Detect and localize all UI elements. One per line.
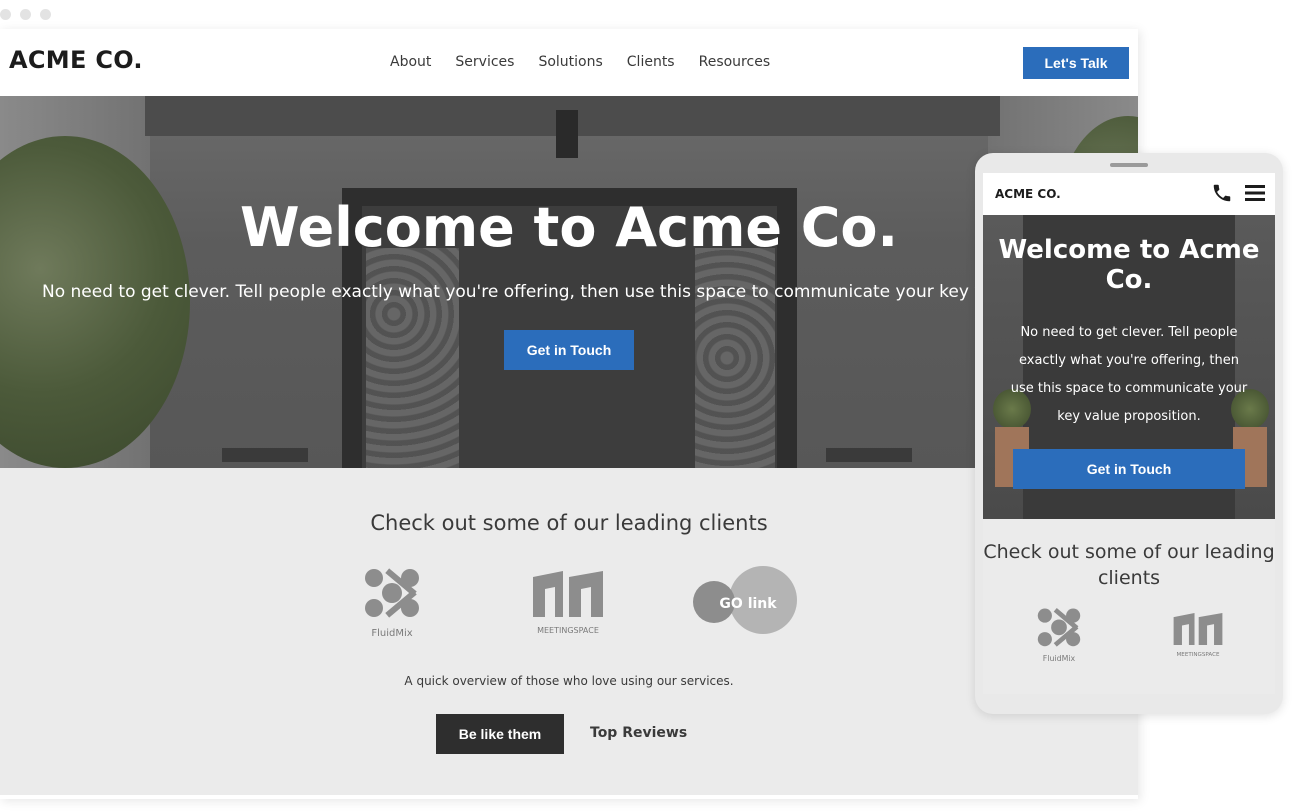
mobile-hero-title: Welcome to Acme Co.	[998, 235, 1260, 295]
hero-subtitle: No need to get clever. Tell people exact…	[42, 282, 1127, 302]
window-dot-maximize[interactable]	[40, 9, 51, 20]
hero-bg-mailslot-right	[826, 448, 912, 462]
nav-resources[interactable]: Resources	[699, 54, 771, 70]
meetingspace-logo: MEETINGSPACE	[533, 571, 603, 635]
hero-bg-lamp	[556, 110, 578, 158]
window-dot-minimize[interactable]	[20, 9, 31, 20]
mobile-header: ACME CO.	[983, 173, 1275, 215]
mobile-hero: Welcome to Acme Co. No need to get cleve…	[983, 215, 1275, 519]
meetingspace-logo-text: MEETINGSPACE	[537, 626, 599, 635]
nav-services[interactable]: Services	[455, 54, 514, 70]
mobile-hero-subtitle: No need to get clever. Tell people exact…	[1010, 325, 1248, 424]
get-in-touch-button[interactable]: Get in Touch	[504, 330, 634, 370]
mobile-clients-section: Check out some of our leading clients Fl…	[983, 519, 1275, 694]
nav-solutions[interactable]: Solutions	[538, 54, 602, 70]
hero-section: Welcome to Acme Co. No need to get cleve…	[0, 96, 1138, 468]
mobile-meetingspace-logo-text: MEETINGSPACE	[1177, 652, 1220, 658]
site-header: ACME CO. About Services Solutions Client…	[0, 29, 1138, 96]
desktop-site-preview: ACME CO. About Services Solutions Client…	[0, 29, 1138, 799]
hamburger-menu-icon[interactable]	[1243, 181, 1267, 205]
hero-bg-glass-right	[695, 248, 775, 468]
hero-bg-bush-left	[0, 136, 190, 468]
mobile-preview: ACME CO. Welcome to Acme Co. No need to …	[975, 153, 1283, 714]
site-logo[interactable]: ACME CO.	[9, 46, 143, 74]
golink-logo: GO link	[693, 566, 797, 634]
fluidmix-logo: FluidMix	[365, 568, 419, 639]
phone-speaker	[1110, 163, 1148, 167]
top-reviews-link[interactable]: Top Reviews	[590, 725, 687, 741]
mobile-clients-title: Check out some of our leading clients	[983, 541, 1275, 589]
fluidmix-logo-text: FluidMix	[371, 628, 412, 639]
mobile-logo[interactable]: ACME CO.	[995, 187, 1061, 201]
nav-clients[interactable]: Clients	[627, 54, 675, 70]
hero-bg-glass-left	[366, 248, 459, 468]
window-controls	[0, 9, 51, 23]
golink-logo-text: GO link	[719, 596, 777, 612]
mobile-meetingspace-logo: MEETINGSPACE	[1173, 613, 1223, 658]
hero-title: Welcome to Acme Co.	[239, 196, 899, 259]
lets-talk-button[interactable]: Let's Talk	[1023, 47, 1129, 79]
clients-title: Check out some of our leading clients	[370, 511, 768, 535]
window-dot-close[interactable]	[0, 9, 11, 20]
hero-bg-mailslot-left	[222, 448, 308, 462]
mobile-fluidmix-logo: FluidMix	[1037, 608, 1081, 663]
clients-section: Check out some of our leading clients Fl…	[0, 468, 1138, 795]
mobile-get-in-touch-button[interactable]: Get in Touch	[1013, 449, 1245, 489]
be-like-them-button[interactable]: Be like them	[436, 714, 564, 754]
main-nav: About Services Solutions Clients Resourc…	[390, 54, 770, 70]
mobile-fluidmix-logo-text: FluidMix	[1043, 654, 1076, 663]
nav-about[interactable]: About	[390, 54, 431, 70]
clients-note: A quick overview of those who love using…	[404, 674, 734, 688]
phone-icon[interactable]	[1211, 181, 1233, 205]
